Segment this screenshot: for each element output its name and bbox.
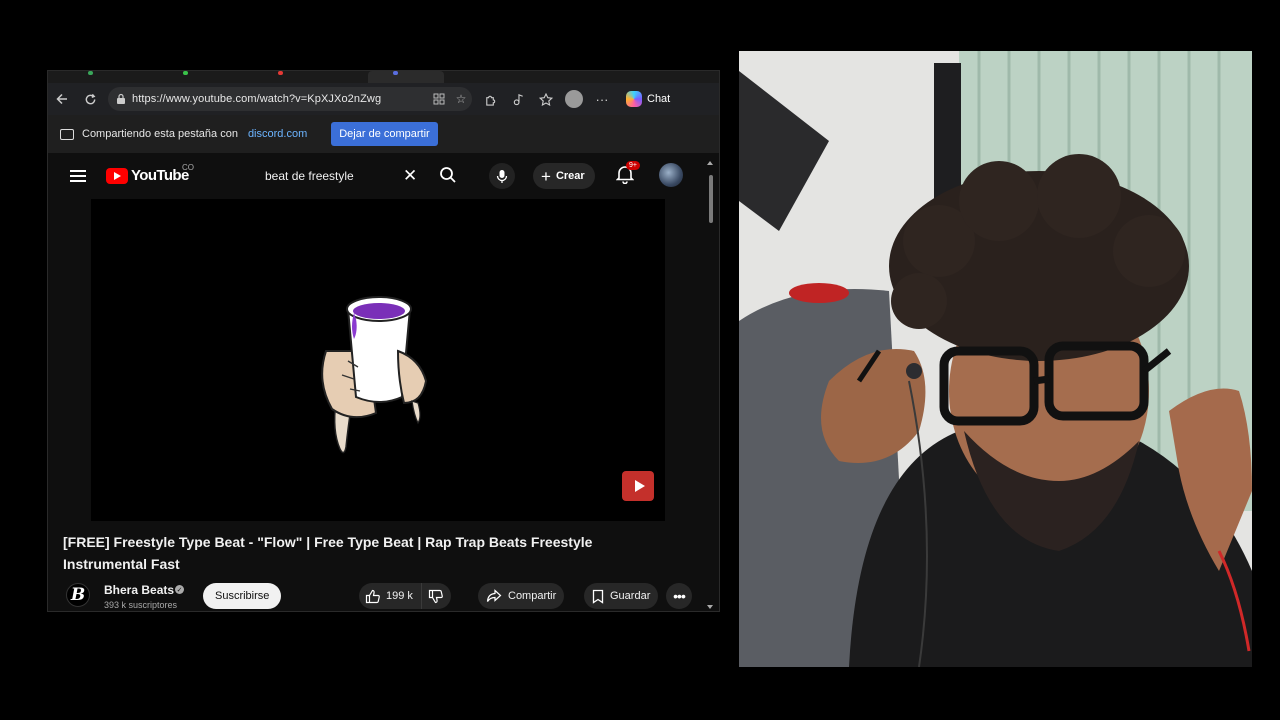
browser-tab[interactable] (448, 71, 524, 83)
youtube-logo[interactable]: YouTube (106, 167, 189, 184)
video-player[interactable] (91, 199, 665, 521)
back-button[interactable] (48, 85, 76, 113)
url-field[interactable]: https://www.youtube.com/watch?v=KpXJXo2n… (108, 87, 472, 111)
url-text: https://www.youtube.com/watch?v=KpXJXo2n… (132, 93, 382, 105)
create-button[interactable]: + Crear (533, 163, 595, 189)
like-count: 199 k (386, 590, 413, 602)
tab-strip (48, 71, 719, 83)
like-dislike-group: 199 k (359, 583, 451, 609)
search-icon (440, 167, 456, 183)
browser-tab[interactable] (288, 71, 364, 83)
browser-tab[interactable] (528, 71, 604, 83)
tab-favicon-icon (88, 71, 93, 75)
more-actions-button[interactable]: ••• (666, 583, 692, 609)
tab-favicon-icon (278, 71, 283, 75)
video-thumbnail-artwork (321, 296, 428, 454)
like-button[interactable]: 199 k (359, 583, 421, 609)
thumbs-down-icon (429, 589, 444, 603)
browser-tab[interactable] (128, 71, 204, 83)
video-meta-row: B Bhera Beats ✓ 393 k suscriptores Suscr… (48, 581, 719, 611)
stop-sharing-button[interactable]: Dejar de compartir (331, 122, 438, 146)
back-arrow-icon (56, 93, 67, 105)
address-bar: https://www.youtube.com/watch?v=KpXJXo2n… (48, 83, 719, 115)
extensions-icon[interactable] (476, 85, 504, 113)
webcam-image (739, 51, 1252, 667)
app-available-icon[interactable] (428, 88, 450, 110)
menu-icon[interactable] (70, 170, 86, 182)
search-button[interactable] (438, 165, 460, 187)
media-control-icon[interactable] (504, 85, 532, 113)
plus-icon: + (541, 166, 551, 186)
copilot-chat-button[interactable]: Chat (620, 87, 676, 111)
reload-icon (85, 93, 95, 104)
screen-share-icon (60, 128, 74, 140)
youtube-header: YouTube CO beat de freestyle ✕ + Crear 9… (48, 153, 719, 199)
share-label: Compartir (508, 590, 557, 602)
reload-button[interactable] (76, 85, 104, 113)
save-label: Guardar (610, 590, 651, 602)
profile-avatar[interactable] (560, 85, 588, 113)
save-button[interactable]: Guardar (584, 583, 659, 609)
country-code: CO (182, 163, 194, 172)
webcam-feed (739, 51, 1252, 667)
bookmark-icon (592, 589, 604, 604)
browser-tab-active[interactable] (368, 71, 444, 83)
page-scrollbar[interactable] (707, 157, 715, 609)
subscriber-count: 393 k suscriptores (104, 600, 178, 610)
lock-icon (117, 93, 125, 104)
video-title: [FREE] Freestyle Type Beat - "Flow" | Fr… (63, 534, 593, 572)
microphone-icon (496, 169, 508, 183)
youtube-play-icon (106, 167, 128, 184)
tab-sharing-bar: Compartiendo esta pestaña con discord.co… (48, 115, 719, 153)
tab-favicon-icon (393, 71, 398, 75)
sharing-message: Compartiendo esta pestaña con (82, 128, 238, 140)
youtube-wordmark: YouTube (131, 167, 189, 184)
copilot-icon (626, 91, 642, 107)
dislike-button[interactable] (420, 583, 451, 609)
clear-search-icon[interactable]: ✕ (403, 166, 417, 186)
more-options-icon[interactable]: ··· (588, 85, 616, 113)
share-button[interactable]: Compartir (478, 583, 565, 609)
favorites-icon[interactable] (532, 85, 560, 113)
share-arrow-icon (486, 589, 502, 602)
channel-name[interactable]: Bhera Beats (104, 583, 174, 597)
tab-favicon-icon (183, 71, 188, 75)
scroll-up-arrow-icon[interactable] (707, 161, 713, 165)
youtube-page: YouTube CO beat de freestyle ✕ + Crear 9… (48, 153, 719, 611)
channel-watermark-icon[interactable] (622, 471, 654, 501)
account-avatar[interactable] (659, 163, 683, 187)
scroll-thumb[interactable] (709, 175, 713, 223)
channel-avatar[interactable]: B (66, 583, 90, 607)
create-label: Crear (555, 170, 585, 182)
search-input[interactable]: beat de freestyle (265, 169, 354, 183)
sharing-domain: discord.com (247, 128, 308, 140)
favorite-star-icon[interactable]: ☆ (450, 88, 472, 110)
browser-window: https://www.youtube.com/watch?v=KpXJXo2n… (47, 70, 720, 612)
browser-tab[interactable] (208, 71, 284, 83)
notification-badge: 9+ (626, 161, 640, 170)
chat-label: Chat (647, 93, 671, 105)
voice-search-button[interactable] (489, 163, 515, 189)
subscribe-button[interactable]: Suscribirse (203, 583, 282, 609)
verified-check-icon: ✓ (175, 585, 184, 594)
browser-tab[interactable] (48, 71, 124, 83)
thumbs-up-icon (365, 589, 380, 603)
